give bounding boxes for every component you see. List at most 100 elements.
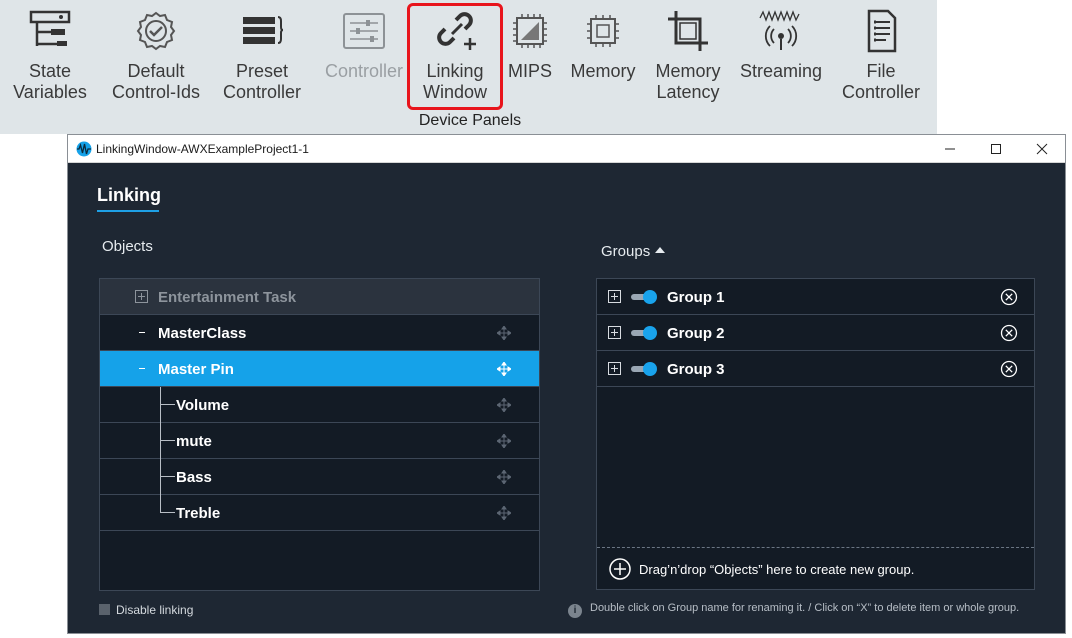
group-enable-toggle[interactable] — [631, 290, 657, 304]
tree-line — [160, 512, 175, 513]
tab-linking[interactable]: Linking — [97, 185, 161, 206]
ribbon-group-label: Device Panels — [418, 112, 522, 129]
groups-sort-header[interactable]: Groups — [601, 243, 666, 260]
ribbon-label: Controller — [324, 61, 404, 81]
move-icon[interactable] — [497, 434, 511, 448]
ribbon-label: Memory — [655, 61, 721, 81]
expand-plus-icon[interactable] — [608, 362, 621, 375]
tree-node-label: mute — [176, 433, 212, 450]
delete-circle-x-icon[interactable] — [1000, 360, 1018, 378]
sliders-icon — [343, 13, 385, 49]
group-name[interactable]: Group 3 — [667, 361, 725, 378]
new-group-drop-zone[interactable]: Drag’n’drop “Objects” here to create new… — [597, 547, 1034, 589]
preset-stack-icon — [243, 16, 284, 44]
maximize-button[interactable] — [973, 135, 1019, 163]
sort-up-icon — [655, 247, 666, 253]
close-icon — [1036, 143, 1048, 155]
tree-node-master-pin[interactable]: Master Pin — [100, 351, 539, 387]
maximize-icon — [991, 144, 1001, 154]
delete-circle-x-icon[interactable] — [1000, 324, 1018, 342]
tree-line — [160, 459, 161, 495]
info-icon: i — [568, 604, 582, 618]
tree-node-label: Bass — [176, 469, 212, 486]
app-logo-icon — [76, 141, 92, 157]
footer-hint-text: Double click on Group name for renaming … — [590, 602, 1020, 614]
collapse-minus-icon[interactable] — [139, 368, 145, 369]
groups-panel: Group 1 Group 2 Group 3 Drag’n’drop “Obj… — [596, 278, 1035, 590]
drop-hint-text: Drag’n’drop “Objects” here to create new… — [639, 562, 915, 577]
ribbon-label: Control-Ids — [111, 82, 201, 102]
move-icon[interactable] — [497, 506, 511, 520]
toggle-knob — [643, 326, 657, 340]
linking-window: LinkingWindow-AWXExampleProject1-1 Linki… — [67, 134, 1066, 634]
tree-node-entertainment-task[interactable]: Entertainment Task — [100, 279, 539, 315]
title-bar: LinkingWindow-AWXExampleProject1-1 — [68, 135, 1065, 163]
move-icon[interactable] — [497, 470, 511, 484]
antenna-wave-icon — [759, 10, 800, 50]
ribbon-label: Preset — [235, 61, 289, 81]
gear-check-icon — [136, 11, 176, 51]
move-icon[interactable] — [497, 362, 511, 376]
minimize-button[interactable] — [927, 135, 973, 163]
crop-frame-icon — [668, 11, 708, 51]
tree-line — [160, 387, 161, 423]
group-row[interactable]: Group 1 — [597, 279, 1034, 315]
move-icon[interactable] — [497, 326, 511, 340]
ribbon-label: State — [28, 61, 72, 81]
objects-label: Objects — [102, 238, 153, 255]
ribbon-toolbar: State Variables Default Control-Ids Preset… — [0, 0, 937, 134]
tree-line — [160, 495, 161, 513]
expand-plus-icon[interactable] — [608, 290, 621, 303]
group-name[interactable]: Group 2 — [667, 325, 725, 342]
ribbon-label: Default — [127, 61, 185, 81]
tree-node-label: Treble — [176, 505, 221, 522]
group-row[interactable]: Group 3 — [597, 351, 1034, 387]
close-window-button[interactable] — [1019, 135, 1065, 163]
ribbon-label: File — [866, 61, 896, 81]
objects-panel: Entertainment Task MasterClass Master Pi… — [99, 278, 540, 591]
checkbox-label: Disable linking — [116, 603, 194, 617]
tree-node-treble[interactable]: Treble — [100, 495, 539, 531]
collapse-minus-icon[interactable] — [139, 332, 145, 333]
toggle-knob — [643, 362, 657, 376]
tree-line — [160, 440, 175, 441]
tree-node-label: Volume — [176, 397, 230, 414]
chip-icon — [513, 14, 547, 48]
checkbox-box — [99, 604, 110, 615]
group-name[interactable]: Group 1 — [667, 289, 725, 306]
tree-node-label: MasterClass — [158, 325, 247, 342]
tree-node-label: Entertainment Task — [158, 289, 297, 306]
toggle-knob — [643, 290, 657, 304]
ribbon-label: Controller — [222, 82, 302, 102]
delete-circle-x-icon[interactable] — [1000, 288, 1018, 306]
footer-hint: i Double click on Group name for renaming… — [568, 602, 1019, 618]
state-variables-icon — [29, 10, 71, 46]
ribbon-label: Latency — [656, 82, 720, 102]
document-icon — [867, 9, 897, 53]
ribbon-label: Streaming — [739, 61, 823, 81]
group-row[interactable]: Group 2 — [597, 315, 1034, 351]
window-title: LinkingWindow-AWXExampleProject1-1 — [96, 142, 309, 156]
memory-chip-icon — [587, 15, 619, 47]
disable-linking-checkbox[interactable]: Disable linking — [99, 603, 193, 617]
expand-plus-icon[interactable] — [135, 290, 148, 303]
add-circle-icon — [609, 558, 631, 580]
tree-node-mute[interactable]: mute — [100, 423, 539, 459]
tab-underline — [97, 210, 159, 212]
groups-label: Groups — [601, 243, 651, 260]
ribbon-label: MIPS — [507, 61, 552, 81]
tree-node-bass[interactable]: Bass — [100, 459, 539, 495]
tree-line — [160, 423, 161, 459]
group-enable-toggle[interactable] — [631, 362, 657, 376]
tree-node-masterclass[interactable]: MasterClass — [100, 315, 539, 351]
tree-node-volume[interactable]: Volume — [100, 387, 539, 423]
minimize-icon — [945, 148, 955, 150]
expand-plus-icon[interactable] — [608, 326, 621, 339]
group-enable-toggle[interactable] — [631, 326, 657, 340]
move-icon[interactable] — [497, 398, 511, 412]
tree-line — [160, 404, 175, 405]
tree-line — [160, 476, 175, 477]
ribbon-label: Variables — [13, 82, 87, 102]
ribbon-label: Controller — [841, 82, 921, 102]
ribbon-label: Memory — [570, 61, 636, 81]
